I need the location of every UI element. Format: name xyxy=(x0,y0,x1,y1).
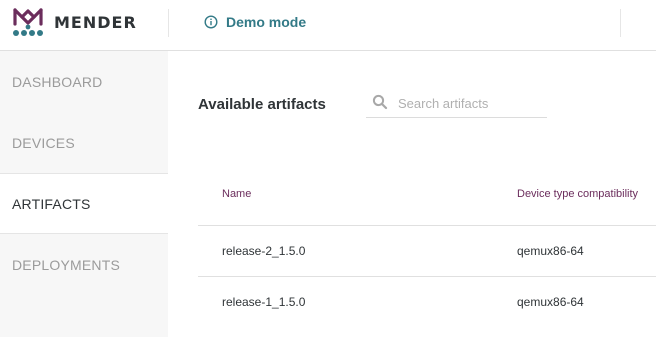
device-type: qemux86-64 xyxy=(517,295,584,309)
brand-name: MENDER xyxy=(54,13,137,32)
artifact-name: release-2_1.5.0 xyxy=(222,244,306,258)
sidebar-filler xyxy=(0,295,168,337)
header-divider xyxy=(168,9,169,37)
search-input[interactable] xyxy=(398,93,543,113)
artifact-name: release-1_1.5.0 xyxy=(222,295,306,309)
table-divider xyxy=(198,225,656,226)
search-box xyxy=(366,89,547,118)
demo-mode-label: Demo mode xyxy=(226,14,307,30)
table-divider xyxy=(198,276,656,277)
device-type: qemux86-64 xyxy=(517,244,584,258)
sidebar-item-artifacts[interactable]: ARTIFACTS xyxy=(0,173,168,234)
column-header-device-type[interactable]: Device type compatibility xyxy=(517,188,638,200)
sidebar-item-label: DASHBOARD xyxy=(12,73,103,90)
sidebar-item-deployments[interactable]: DEPLOYMENTS xyxy=(0,234,168,295)
page-title: Available artifacts xyxy=(198,96,326,113)
sidebar-item-dashboard[interactable]: DASHBOARD xyxy=(0,51,168,112)
sidebar-item-label: ARTIFACTS xyxy=(12,195,91,212)
top-header: MENDER Demo mode xyxy=(0,0,656,51)
sidebar-item-label: DEPLOYMENTS xyxy=(12,256,120,273)
info-icon xyxy=(204,15,218,29)
sidebar-item-label: DEVICES xyxy=(12,134,75,151)
search-icon xyxy=(372,94,388,110)
sidebar-item-devices[interactable]: DEVICES xyxy=(0,112,168,173)
header-divider-right xyxy=(620,9,621,37)
main-content: Available artifacts Name Device type com… xyxy=(168,51,656,337)
demo-mode-indicator[interactable]: Demo mode xyxy=(204,14,306,30)
sidebar-nav: DASHBOARD DEVICES ARTIFACTS DEPLOYMENTS xyxy=(0,51,168,337)
mender-logo-icon[interactable] xyxy=(12,7,44,37)
column-header-name[interactable]: Name xyxy=(222,188,251,200)
